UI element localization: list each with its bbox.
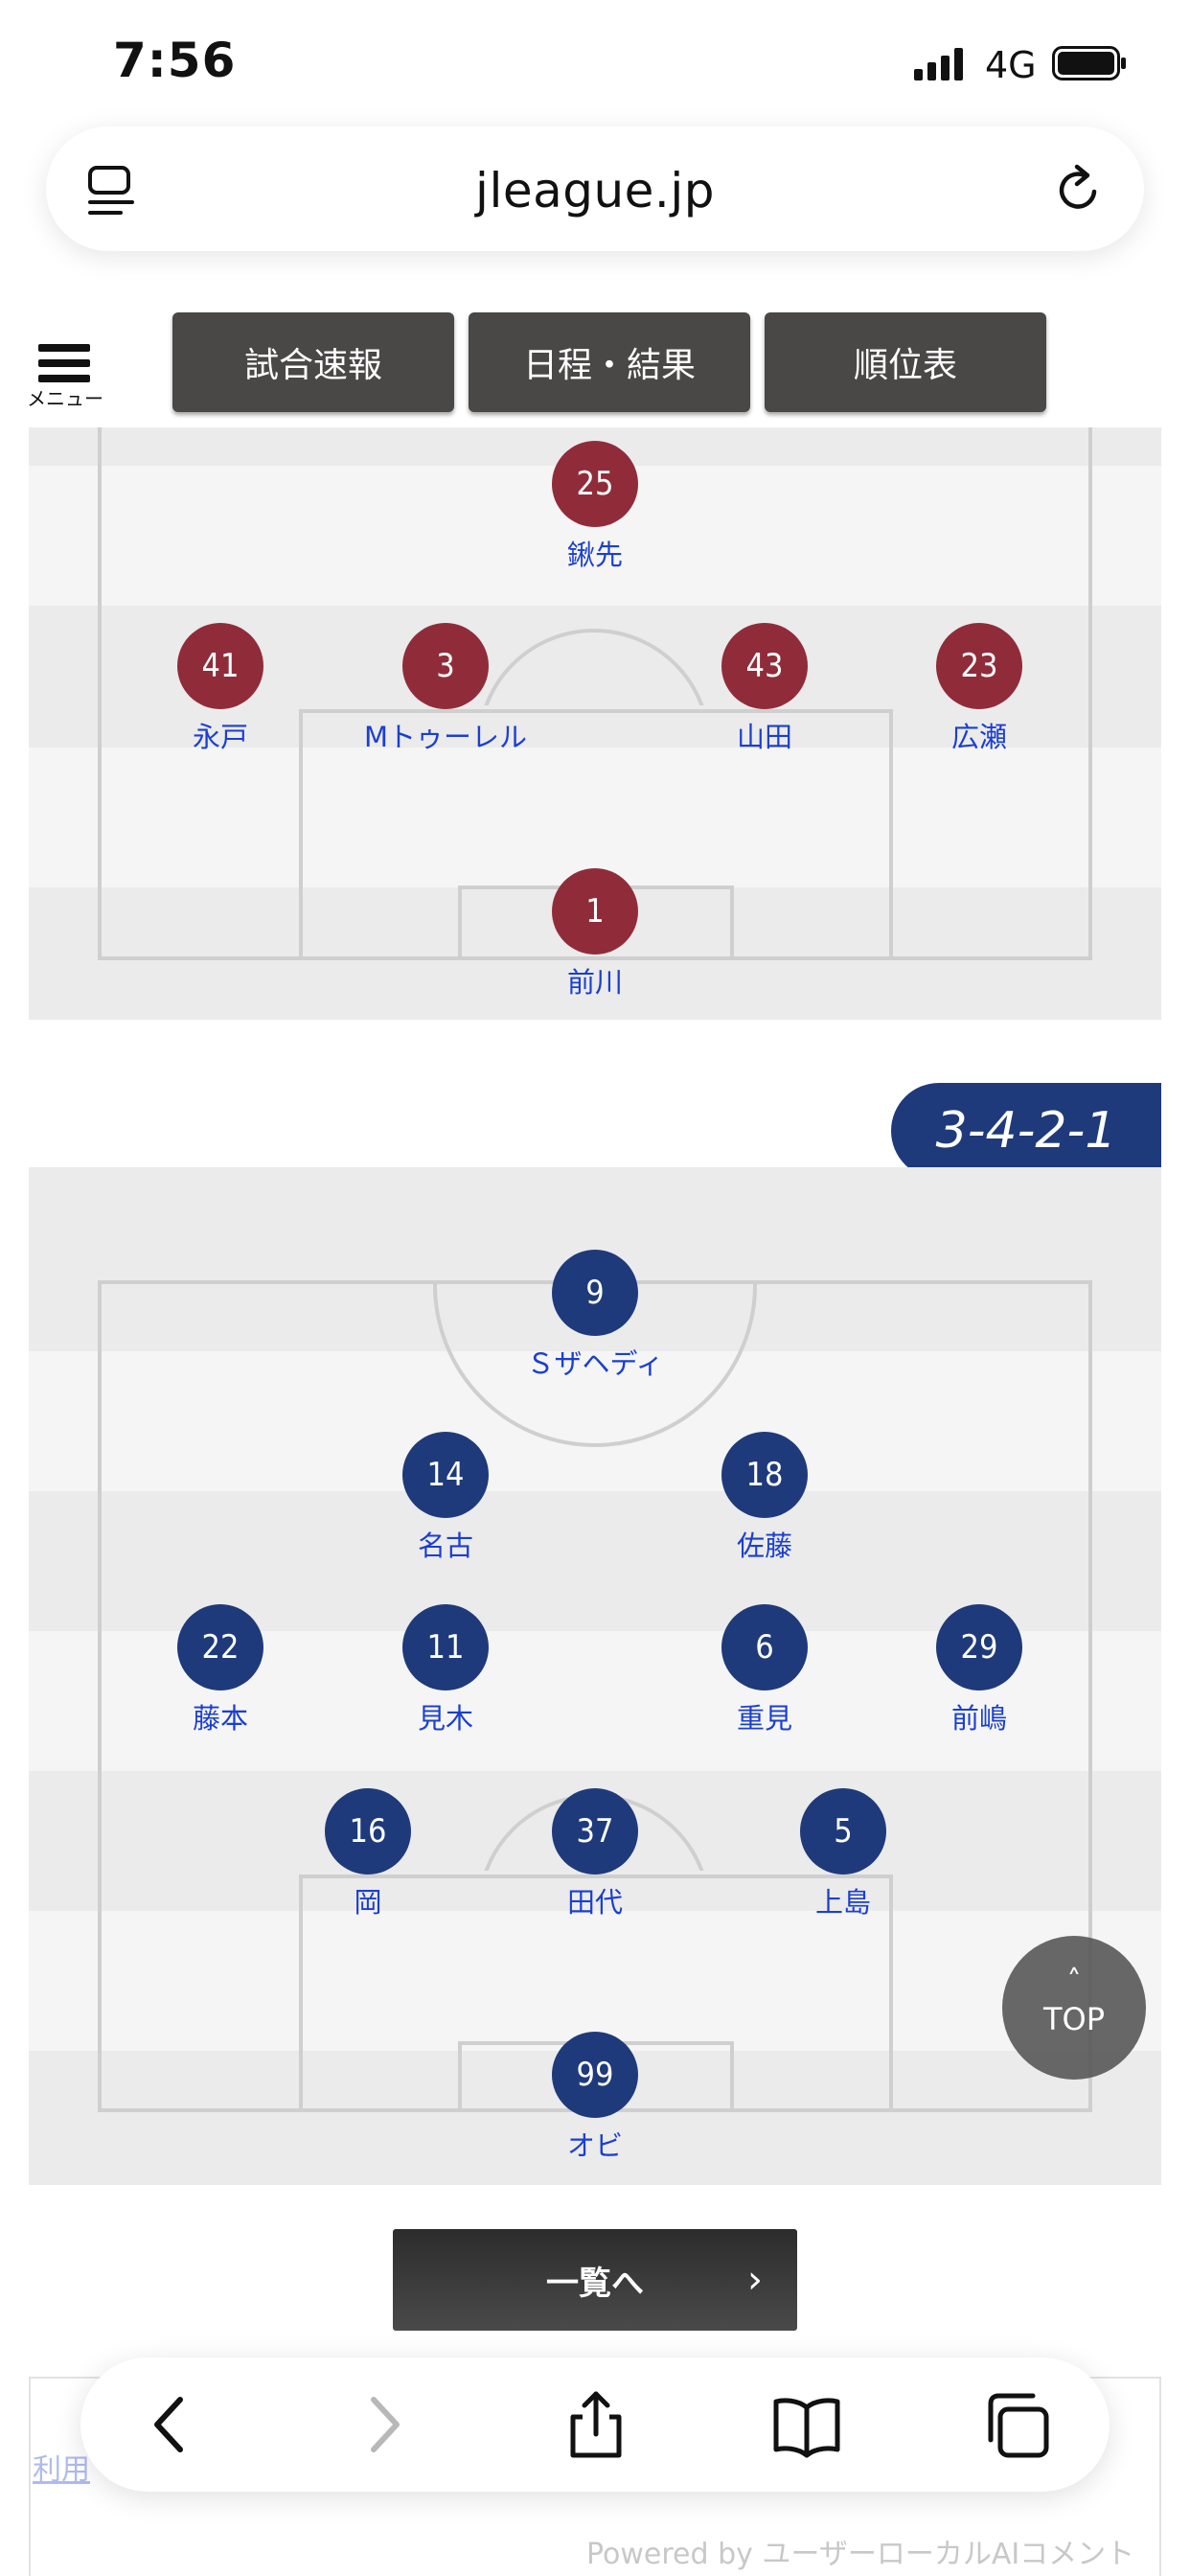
player-number: 18 <box>721 1432 808 1518</box>
player-name: 重見 <box>736 1702 792 1735</box>
cellular-signal-icon <box>914 48 963 80</box>
player[interactable]: 9 Ｓザヘディ <box>480 1250 710 1382</box>
player-number: 1 <box>552 868 638 954</box>
forward-icon[interactable] <box>347 2388 420 2461</box>
player-number: 23 <box>936 623 1022 709</box>
battery-icon <box>1052 46 1126 80</box>
player-name: 広瀬 <box>950 721 1007 753</box>
back-icon[interactable] <box>134 2388 207 2461</box>
player-number: 43 <box>721 623 808 709</box>
menu-label[interactable]: メニュー <box>27 383 103 411</box>
nav-schedule-results-button[interactable]: 日程・結果 <box>469 312 750 412</box>
player-name: 山田 <box>736 721 792 753</box>
home-team-pitch: 25 鍬先 41 永戸 3 Mトゥーレル 43 山田 23 広瀬 1 前川 <box>29 427 1161 1020</box>
player-name: 名古 <box>417 1530 473 1562</box>
url-text[interactable]: jleague.jp <box>46 163 1144 218</box>
player-name: 見木 <box>417 1702 473 1735</box>
player-name: 佐藤 <box>736 1530 792 1562</box>
bookmarks-icon[interactable] <box>770 2388 843 2461</box>
player-name: 前川 <box>566 966 623 999</box>
formation-badge: 3-4-2-1 <box>891 1083 1161 1179</box>
away-team-pitch: 9 Ｓザヘディ 14 名古 18 佐藤 22 藤本 11 見木 6 重見 29 … <box>29 1167 1161 2185</box>
player[interactable]: 37 田代 <box>480 1788 710 1920</box>
player-number: 25 <box>552 441 638 527</box>
player[interactable]: 18 佐藤 <box>650 1432 880 1564</box>
player-name: 上島 <box>814 1886 871 1919</box>
player[interactable]: 41 永戸 <box>105 623 335 755</box>
reload-icon[interactable] <box>1052 163 1106 217</box>
player[interactable]: 25 鍬先 <box>480 441 710 573</box>
caret-up-icon: ˄ <box>1066 1965 1082 1998</box>
scroll-to-top-label: TOP <box>1042 2001 1106 2037</box>
player-number: 29 <box>936 1604 1022 1690</box>
player-number: 37 <box>552 1788 638 1874</box>
view-list-button[interactable]: 一覧へ <box>393 2229 797 2331</box>
player-name: オビ <box>566 2129 623 2162</box>
player[interactable]: 1 前川 <box>480 868 710 1000</box>
player-number: 41 <box>177 623 263 709</box>
browser-toolbar <box>80 2358 1110 2492</box>
player-number: 3 <box>402 623 489 709</box>
player-number: 9 <box>552 1250 638 1336</box>
player[interactable]: 23 広瀬 <box>864 623 1094 755</box>
player[interactable]: 29 前嶋 <box>864 1604 1094 1736</box>
status-time: 7:56 <box>113 33 237 88</box>
player-number: 22 <box>177 1604 263 1690</box>
tabs-icon[interactable] <box>981 2388 1054 2461</box>
player-name: 藤本 <box>192 1702 248 1735</box>
player-number: 6 <box>721 1604 808 1690</box>
terms-link[interactable]: 利用 <box>33 2446 90 2488</box>
player[interactable]: 99 オビ <box>480 2032 710 2164</box>
player-name: 前嶋 <box>950 1702 1007 1735</box>
player-name: 鍬先 <box>566 539 623 571</box>
player[interactable]: 6 重見 <box>650 1604 880 1736</box>
player-number: 16 <box>325 1788 411 1874</box>
player-name: 田代 <box>566 1886 623 1919</box>
nav-live-results-button[interactable]: 試合速報 <box>172 312 454 412</box>
share-icon[interactable] <box>560 2388 632 2461</box>
player[interactable]: 16 岡 <box>253 1788 483 1920</box>
player-number: 5 <box>800 1788 886 1874</box>
player[interactable]: 22 藤本 <box>105 1604 335 1736</box>
player[interactable]: 11 見木 <box>331 1604 561 1736</box>
scroll-to-top-button[interactable]: ˄ TOP <box>1002 1936 1146 2080</box>
player-name: Mトゥーレル <box>363 721 528 753</box>
player-name: 永戸 <box>192 721 248 753</box>
player-number: 99 <box>552 2032 638 2118</box>
chevron-right-icon: › <box>747 2258 763 2302</box>
network-type: 4G <box>985 44 1037 86</box>
nav-standings-button[interactable]: 順位表 <box>765 312 1046 412</box>
address-bar[interactable]: jleague.jp <box>46 126 1144 251</box>
player-number: 11 <box>402 1604 489 1690</box>
player-number: 14 <box>402 1432 489 1518</box>
player-name: 岡 <box>354 1886 382 1919</box>
player[interactable]: 43 山田 <box>650 623 880 755</box>
player[interactable]: 3 Mトゥーレル <box>331 623 561 755</box>
powered-by-text: Powered by ユーザーローカルAIコメント <box>586 2538 1135 2571</box>
view-list-label: 一覧へ <box>546 2264 644 2303</box>
player[interactable]: 14 名古 <box>331 1432 561 1564</box>
player[interactable]: 5 上島 <box>728 1788 958 1920</box>
player-name: Ｓザヘディ <box>526 1347 664 1380</box>
